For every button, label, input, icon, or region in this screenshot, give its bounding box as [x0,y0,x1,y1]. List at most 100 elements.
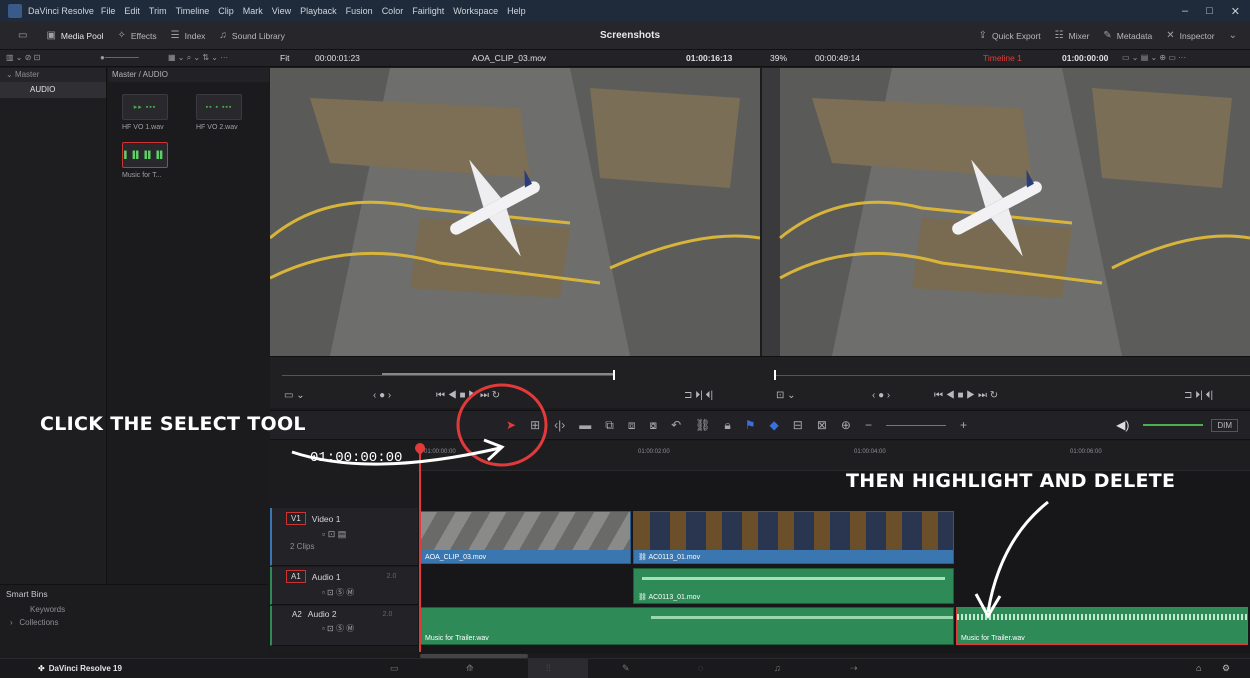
volume-icon[interactable]: ◀︎) [1116,418,1129,432]
collections-bin[interactable]: › Collections [0,616,268,629]
sound-library-button[interactable]: ♫ Sound Library [219,30,284,41]
zoom-detail-icon[interactable]: ⊠ [817,418,827,432]
flag-icon[interactable]: ⚑ [745,418,756,432]
panel-toggle-icon[interactable]: ▥ ⌄ ⊘ ⊡ [6,53,40,62]
menu-timeline[interactable]: Timeline [176,6,210,16]
quick-export-button[interactable]: ⇪ Quick Export [979,30,1041,41]
dynamic-trim-icon[interactable]: ‹|› [554,418,565,432]
source-viewer[interactable] [270,68,760,356]
marker-icon[interactable]: ◆ [770,418,779,432]
source-clip-name[interactable]: AOA_CLIP_03.mov [472,53,546,63]
menu-file[interactable]: File [101,6,116,16]
fit-dropdown[interactable]: Fit [280,53,289,63]
jog-icon[interactable]: ‹ ● › [872,390,890,401]
trim-tool-icon[interactable]: ⊞ [530,418,540,432]
timeline-scrubber[interactable] [774,375,1250,376]
audio-clip[interactable]: Music for Trailer.wav [420,607,954,645]
minimize-icon[interactable]: – [1182,5,1188,17]
keywords-bin[interactable]: Keywords [0,603,268,616]
zoom-fit-icon[interactable]: ⊟ [793,418,803,432]
linked-selection-icon[interactable]: ⛓ [695,418,710,432]
menu-fusion[interactable]: Fusion [346,6,373,16]
mixer-label: Mixer [1068,30,1090,41]
video-clip[interactable]: ⛓ AC0113_01.mov [633,511,954,564]
source-scrubber[interactable] [282,375,614,376]
timeline-match-icon[interactable]: ⊐ ⏵| ⏴| [1184,390,1213,401]
overwrite-clip-icon[interactable]: ⧈ [628,418,636,433]
view-options-icon[interactable]: ▦ ⌄ ⌕ ⌄ ⇅ ⌄ ··· [168,53,228,63]
color-page-icon[interactable]: ◌ [698,663,703,673]
menu-app[interactable]: DaVinci Resolve [28,6,94,16]
zoom-out-icon[interactable]: − [865,418,872,432]
track-header-a2[interactable]: A2 Audio 2 2.0 ▫ ⊡ Ⓢ Ⓜ [270,606,418,646]
mixer-button[interactable]: ☷ Mixer [1055,30,1090,41]
insert-clip-icon[interactable]: ⧉ [605,418,614,433]
pool-clip[interactable]: ▸▸ ▪▪▪ HF VO 1.wav [122,94,168,131]
blade-tool-icon[interactable]: ▬ [579,418,591,432]
snapping-icon[interactable]: ↶ [671,418,681,432]
position-lock-icon[interactable]: 🔒︎ [724,418,730,433]
size-slider[interactable]: ●────── [100,53,139,62]
audio-clip-selected[interactable]: Music for Trailer.wav [956,607,1248,645]
menu-fairlight[interactable]: Fairlight [412,6,444,16]
media-page-icon[interactable]: ▭ [390,663,399,674]
track-controls-icon[interactable]: ▫ ⊡ ▤ [322,529,418,540]
menu-playback[interactable]: Playback [300,6,337,16]
pool-clip[interactable]: ▌▐▌▐▌▐▌ Music for T... [122,142,168,179]
master-bin[interactable]: ⌄ Master [0,68,106,82]
menu-clip[interactable]: Clip [218,6,234,16]
zoom-slider[interactable] [885,424,946,426]
menu-trim[interactable]: Trim [149,6,167,16]
timeline-playhead-marker[interactable] [774,370,776,380]
home-icon[interactable]: ⌂ [1196,663,1201,673]
viewer-options-icon[interactable]: ▭ ⌄ ▤ ⌄ ⊕ ▭ ··· [1122,53,1186,62]
deliver-page-icon[interactable]: ⇢ [850,663,858,674]
timeline-view-options-icon[interactable]: ⊡ ⌄ [776,390,796,401]
source-match-icon[interactable]: ⊐ ⏵| ⏴| [684,390,713,401]
timeline-viewer[interactable] [762,68,1250,356]
monitor-icon[interactable]: ▭ [18,30,32,41]
zoom-level[interactable]: 39% [770,53,787,63]
select-tool-icon[interactable]: ➤ [506,418,516,432]
fusion-page-icon[interactable]: ✎ [622,663,630,674]
menu-view[interactable]: View [272,6,291,16]
audio-bin[interactable]: AUDIO [0,82,106,98]
menu-color[interactable]: Color [382,6,404,16]
track-mute-solo-icon[interactable]: ▫ ⊡ Ⓢ Ⓜ [322,587,418,598]
menu-mark[interactable]: Mark [243,6,263,16]
settings-icon[interactable]: ⚙ [1222,663,1230,674]
expand-icon[interactable]: ⌄ [1229,30,1242,41]
close-icon[interactable]: ✕ [1231,5,1240,18]
jog-icon[interactable]: ‹ ● › [373,390,391,401]
metadata-button[interactable]: ✎ Metadata [1103,30,1152,41]
timeline-name[interactable]: Timeline 1 [983,53,1022,63]
source-playhead[interactable] [613,370,615,380]
timeline-transport-icon[interactable]: ⏮ ◀ ■ ▶ ⏭ ↻ [934,390,998,401]
menu-workspace[interactable]: Workspace [453,6,498,16]
replace-clip-icon[interactable]: ⧇ [649,418,657,433]
zoom-custom-icon[interactable]: ⊕ [841,418,851,432]
effects-button[interactable]: ✧ Effects [117,30,156,41]
cut-page-icon[interactable]: ⟰ [466,663,474,674]
inspector-button[interactable]: ✕ Inspector [1166,30,1214,41]
audio-clip[interactable]: ⛓ AC0113_01.mov [633,568,954,604]
source-transport-icon[interactable]: ⏮ ◀ ■ ▶ ⏭ ↻ [436,390,500,401]
maximize-icon[interactable]: □ [1206,5,1213,17]
timeline-playhead[interactable] [419,446,421,652]
zoom-in-icon[interactable]: + [960,418,967,432]
edit-page-tab[interactable] [528,659,588,678]
index-button[interactable]: ☰ Index [171,30,206,41]
volume-slider[interactable] [1143,424,1204,426]
menu-edit[interactable]: Edit [124,6,140,16]
video-clip[interactable]: AOA_CLIP_03.mov [420,511,631,564]
pool-clip[interactable]: ▪▪ ▪ ▪▪▪ HF VO 2.wav [196,94,242,131]
dim-button[interactable]: DIM [1211,418,1238,432]
track-header-v1[interactable]: V1 Video 1 ▫ ⊡ ▤ 2 Clips [270,508,418,566]
track-header-a1[interactable]: A1 Audio 1 2.0 ▫ ⊡ Ⓢ Ⓜ [270,567,418,605]
track-mute-solo-icon[interactable]: ▫ ⊡ Ⓢ Ⓜ [322,623,418,634]
fairlight-page-icon[interactable]: ♫ [774,663,781,673]
menu-help[interactable]: Help [507,6,526,16]
source-view-options-icon[interactable]: ▭ ⌄ [284,390,305,401]
media-pool-button[interactable]: ▣ Media Pool [46,30,103,41]
timeline-ruler[interactable]: 01:00:00:00 01:00:02:00 01:00:04:00 01:0… [418,441,1250,471]
